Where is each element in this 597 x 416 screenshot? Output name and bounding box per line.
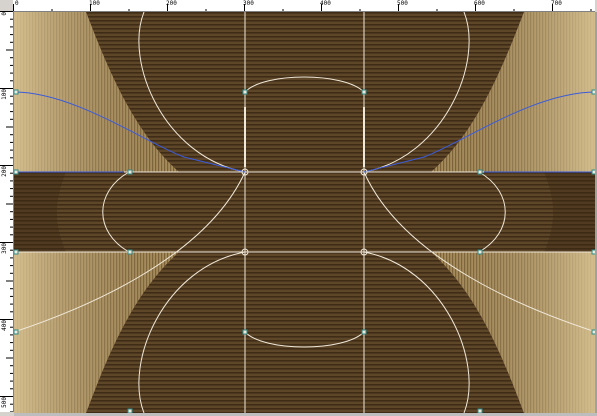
ruler-top-label-700: 700 <box>551 0 562 7</box>
horizontal-ruler-ticks <box>13 4 592 11</box>
ruler-top-label-600: 600 <box>474 0 485 7</box>
ruler-left-label-300: 300 <box>1 243 8 254</box>
ruler-top-label-100: 100 <box>89 0 100 7</box>
ruler-top-label-300: 300 <box>243 0 254 7</box>
ruler-left-label-0: 0 <box>1 12 8 16</box>
ruler-left-label-100: 100 <box>1 89 8 100</box>
ruler-left-label-500: 500 <box>1 397 8 408</box>
horizontal-ruler[interactable]: 0 100 200 300 400 500 600 700 <box>13 0 595 12</box>
ruler-top-label-500: 500 <box>397 0 408 7</box>
ruler-left-label-400: 400 <box>1 320 8 331</box>
artwork <box>14 12 596 413</box>
document-canvas[interactable] <box>14 12 596 413</box>
vertical-ruler-ticks <box>0 11 13 412</box>
middle-oval <box>57 172 553 252</box>
ruler-left-label-200: 200 <box>1 166 8 177</box>
ruler-top-label-0: 0 <box>15 0 19 7</box>
vertical-ruler[interactable]: 0 100 200 300 400 500 <box>0 11 14 412</box>
ruler-top-label-200: 200 <box>166 0 177 7</box>
ruler-top-label-400: 400 <box>320 0 331 7</box>
